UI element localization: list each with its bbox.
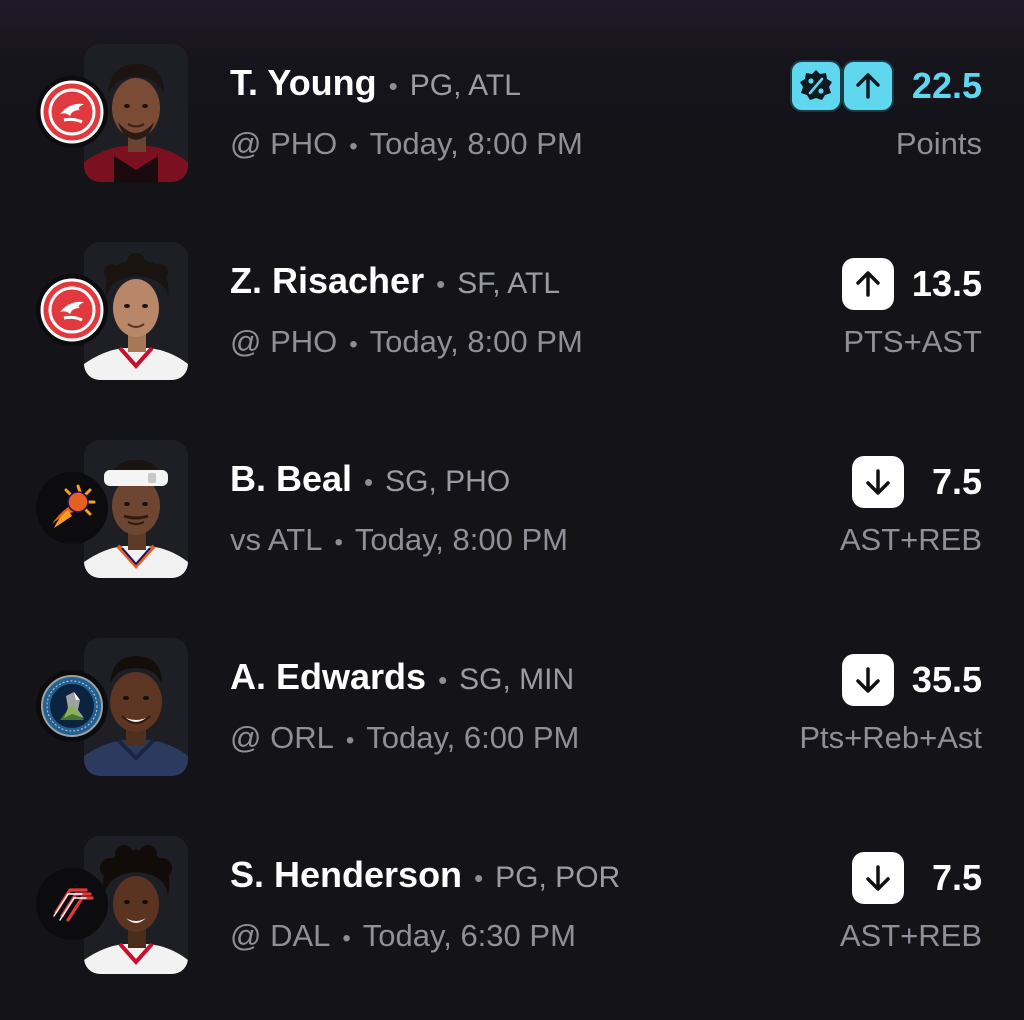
line-value: 22.5 — [911, 65, 982, 106]
line-value: 7.5 — [931, 461, 982, 502]
stat-type: AST+REB — [839, 918, 982, 953]
trail-blazers-logo-icon — [36, 868, 108, 940]
separator-dot: • — [436, 269, 446, 299]
matchup: @ PHO — [230, 126, 338, 161]
separator-dot: • — [388, 71, 398, 101]
arrow-up-icon[interactable] — [841, 60, 894, 112]
player-prop-row[interactable]: Z. Risacher • SF, ATL @ PHO • Today, 8:0… — [0, 198, 1024, 396]
separator-dot: • — [349, 331, 358, 358]
stat-type: Points — [895, 126, 982, 161]
player-prop-row[interactable]: S. Henderson • PG, POR @ DAL • Today, 6:… — [0, 792, 1024, 990]
arrow-down-icon[interactable] — [841, 654, 894, 706]
separator-dot: • — [349, 133, 358, 160]
stat-type: AST+REB — [839, 522, 982, 557]
game-time: Today, 8:00 PM — [369, 126, 583, 161]
separator-dot: • — [342, 925, 351, 952]
game-time: Today, 8:00 PM — [369, 324, 583, 359]
matchup: @ ORL — [230, 720, 334, 755]
separator-dot: • — [364, 467, 374, 497]
position-team: PG, POR — [495, 861, 621, 894]
hawks-logo-icon — [36, 274, 108, 346]
arrow-up-icon[interactable] — [841, 258, 894, 310]
player-name: Z. Risacher — [230, 260, 425, 301]
player-name: T. Young — [230, 62, 377, 103]
discount-badge-icon[interactable] — [789, 60, 842, 112]
position-team: PG, ATL — [409, 69, 521, 102]
separator-dot: • — [345, 727, 355, 754]
separator-dot: • — [334, 529, 343, 556]
matchup: @ PHO — [230, 324, 338, 359]
timberwolves-logo-icon — [36, 670, 108, 742]
player-prop-row[interactable]: B. Beal • SG, PHO vs ATL • Today, 8:00 P… — [0, 396, 1024, 594]
line-value: 13.5 — [911, 263, 982, 304]
player-name: S. Henderson — [230, 854, 463, 895]
stat-type: Pts+Reb+Ast — [799, 720, 982, 755]
player-name: B. Beal — [230, 458, 353, 499]
game-time: Today, 8:00 PM — [354, 522, 568, 557]
game-time: Today, 6:30 PM — [362, 918, 576, 953]
separator-dot: • — [474, 863, 484, 893]
player-prop-row[interactable]: T. Young • PG, ATL @ PHO • Today, 8:00 P… — [0, 0, 1024, 198]
line-value: 35.5 — [911, 659, 982, 700]
stat-type: PTS+AST — [843, 324, 982, 359]
arrow-down-icon[interactable] — [852, 456, 904, 508]
hawks-logo-icon — [36, 76, 108, 148]
player-props-list: T. Young • PG, ATL @ PHO • Today, 8:00 P… — [0, 0, 1024, 1020]
position-team: SF, ATL — [457, 267, 561, 300]
suns-logo-icon — [36, 472, 108, 544]
game-time: Today, 6:00 PM — [366, 720, 580, 755]
line-value: 7.5 — [931, 857, 982, 898]
matchup: vs ATL — [230, 522, 323, 557]
position-team: SG, PHO — [385, 465, 511, 498]
separator-dot: • — [438, 665, 448, 695]
player-prop-row[interactable]: A. Edwards • SG, MIN @ ORL • Today, 6:00… — [0, 594, 1024, 792]
arrow-down-icon[interactable] — [852, 852, 904, 904]
matchup: @ DAL — [230, 918, 331, 953]
player-name: A. Edwards — [230, 656, 427, 697]
position-team: SG, MIN — [459, 663, 575, 696]
